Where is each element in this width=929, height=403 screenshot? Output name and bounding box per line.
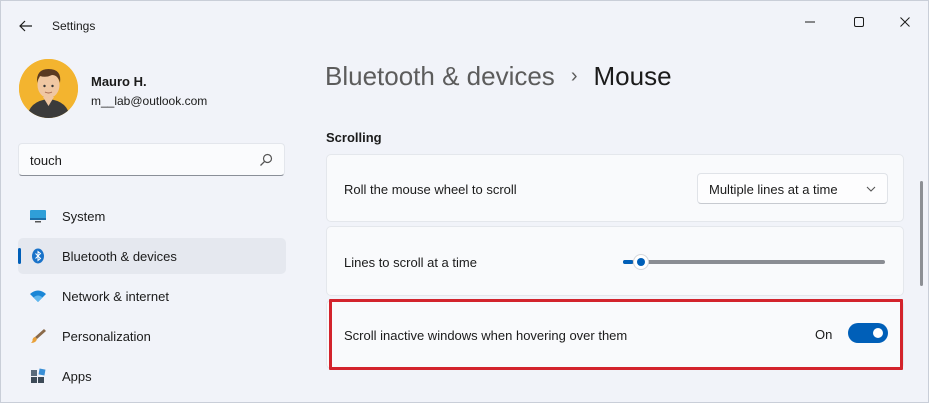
- slider-thumb-center: [637, 258, 645, 266]
- sidebar-item-bluetooth-devices[interactable]: Bluetooth & devices: [18, 238, 286, 274]
- setting-card-inactive-scroll: Scroll inactive windows when hovering ov…: [326, 300, 904, 369]
- user-name: Mauro H.: [91, 74, 147, 89]
- sidebar-item-personalization[interactable]: Personalization: [18, 318, 286, 354]
- wheel-scroll-dropdown[interactable]: Multiple lines at a time: [697, 173, 888, 204]
- section-title: Scrolling: [326, 130, 382, 145]
- inactive-scroll-toggle[interactable]: [848, 323, 888, 343]
- wifi-icon: [30, 290, 46, 302]
- back-button[interactable]: [15, 15, 37, 37]
- dropdown-value: Multiple lines at a time: [709, 182, 838, 197]
- minimize-icon: [805, 21, 815, 23]
- setting-label: Lines to scroll at a time: [344, 255, 477, 270]
- setting-card-lines-to-scroll: Lines to scroll at a time: [326, 226, 904, 296]
- setting-label: Roll the mouse wheel to scroll: [344, 182, 517, 197]
- breadcrumb-separator: ›: [570, 65, 578, 87]
- search-value[interactable]: touch: [30, 153, 62, 168]
- slider-fill: [623, 260, 633, 264]
- apps-icon: [31, 368, 46, 383]
- app-title: Settings: [52, 19, 96, 33]
- breadcrumb: Bluetooth & devices › Mouse: [325, 61, 672, 92]
- user-avatar-icon: [19, 59, 78, 118]
- back-arrow-icon: [19, 20, 32, 32]
- toggle-state-label: On: [815, 327, 833, 342]
- close-button[interactable]: [882, 7, 928, 37]
- settings-window: Settings Mauro H. m__lab@outlook.com tou…: [0, 0, 929, 403]
- avatar[interactable]: [19, 59, 78, 118]
- minimize-button[interactable]: [787, 7, 833, 37]
- monitor-icon: [30, 210, 46, 223]
- breadcrumb-parent[interactable]: Bluetooth & devices: [325, 61, 555, 92]
- maximize-icon: [854, 17, 864, 27]
- sidebar-item-label: System: [62, 209, 106, 224]
- selected-indicator: [18, 248, 21, 264]
- brush-icon: [31, 329, 46, 343]
- title-bar: Settings: [1, 1, 928, 45]
- search-input[interactable]: touch: [18, 143, 285, 176]
- page-title: Mouse: [593, 61, 672, 91]
- setting-card-wheel-scroll: Roll the mouse wheel to scroll Multiple …: [326, 154, 904, 222]
- setting-label: Scroll inactive windows when hovering ov…: [344, 328, 628, 343]
- maximize-button[interactable]: [836, 7, 882, 37]
- scrollbar[interactable]: [920, 181, 923, 286]
- sidebar-item-label: Bluetooth & devices: [62, 249, 177, 264]
- sidebar-item-system[interactable]: System: [18, 198, 286, 234]
- sidebar-item-label: Apps: [62, 369, 92, 384]
- lines-to-scroll-slider[interactable]: [619, 254, 889, 270]
- slider-track: [623, 260, 885, 264]
- close-icon: [900, 17, 910, 27]
- chevron-down-icon: [866, 186, 876, 192]
- user-email: m__lab@outlook.com: [91, 94, 208, 108]
- sidebar-item-apps[interactable]: Apps: [18, 358, 286, 394]
- slider-thumb[interactable]: [633, 254, 649, 270]
- sidebar-item-label: Network & internet: [62, 289, 169, 304]
- sidebar-item-label: Personalization: [62, 329, 151, 344]
- sidebar-item-network-internet[interactable]: Network & internet: [18, 278, 286, 314]
- search-icon[interactable]: [258, 152, 274, 168]
- bluetooth-icon: [32, 248, 44, 264]
- toggle-knob: [873, 328, 883, 338]
